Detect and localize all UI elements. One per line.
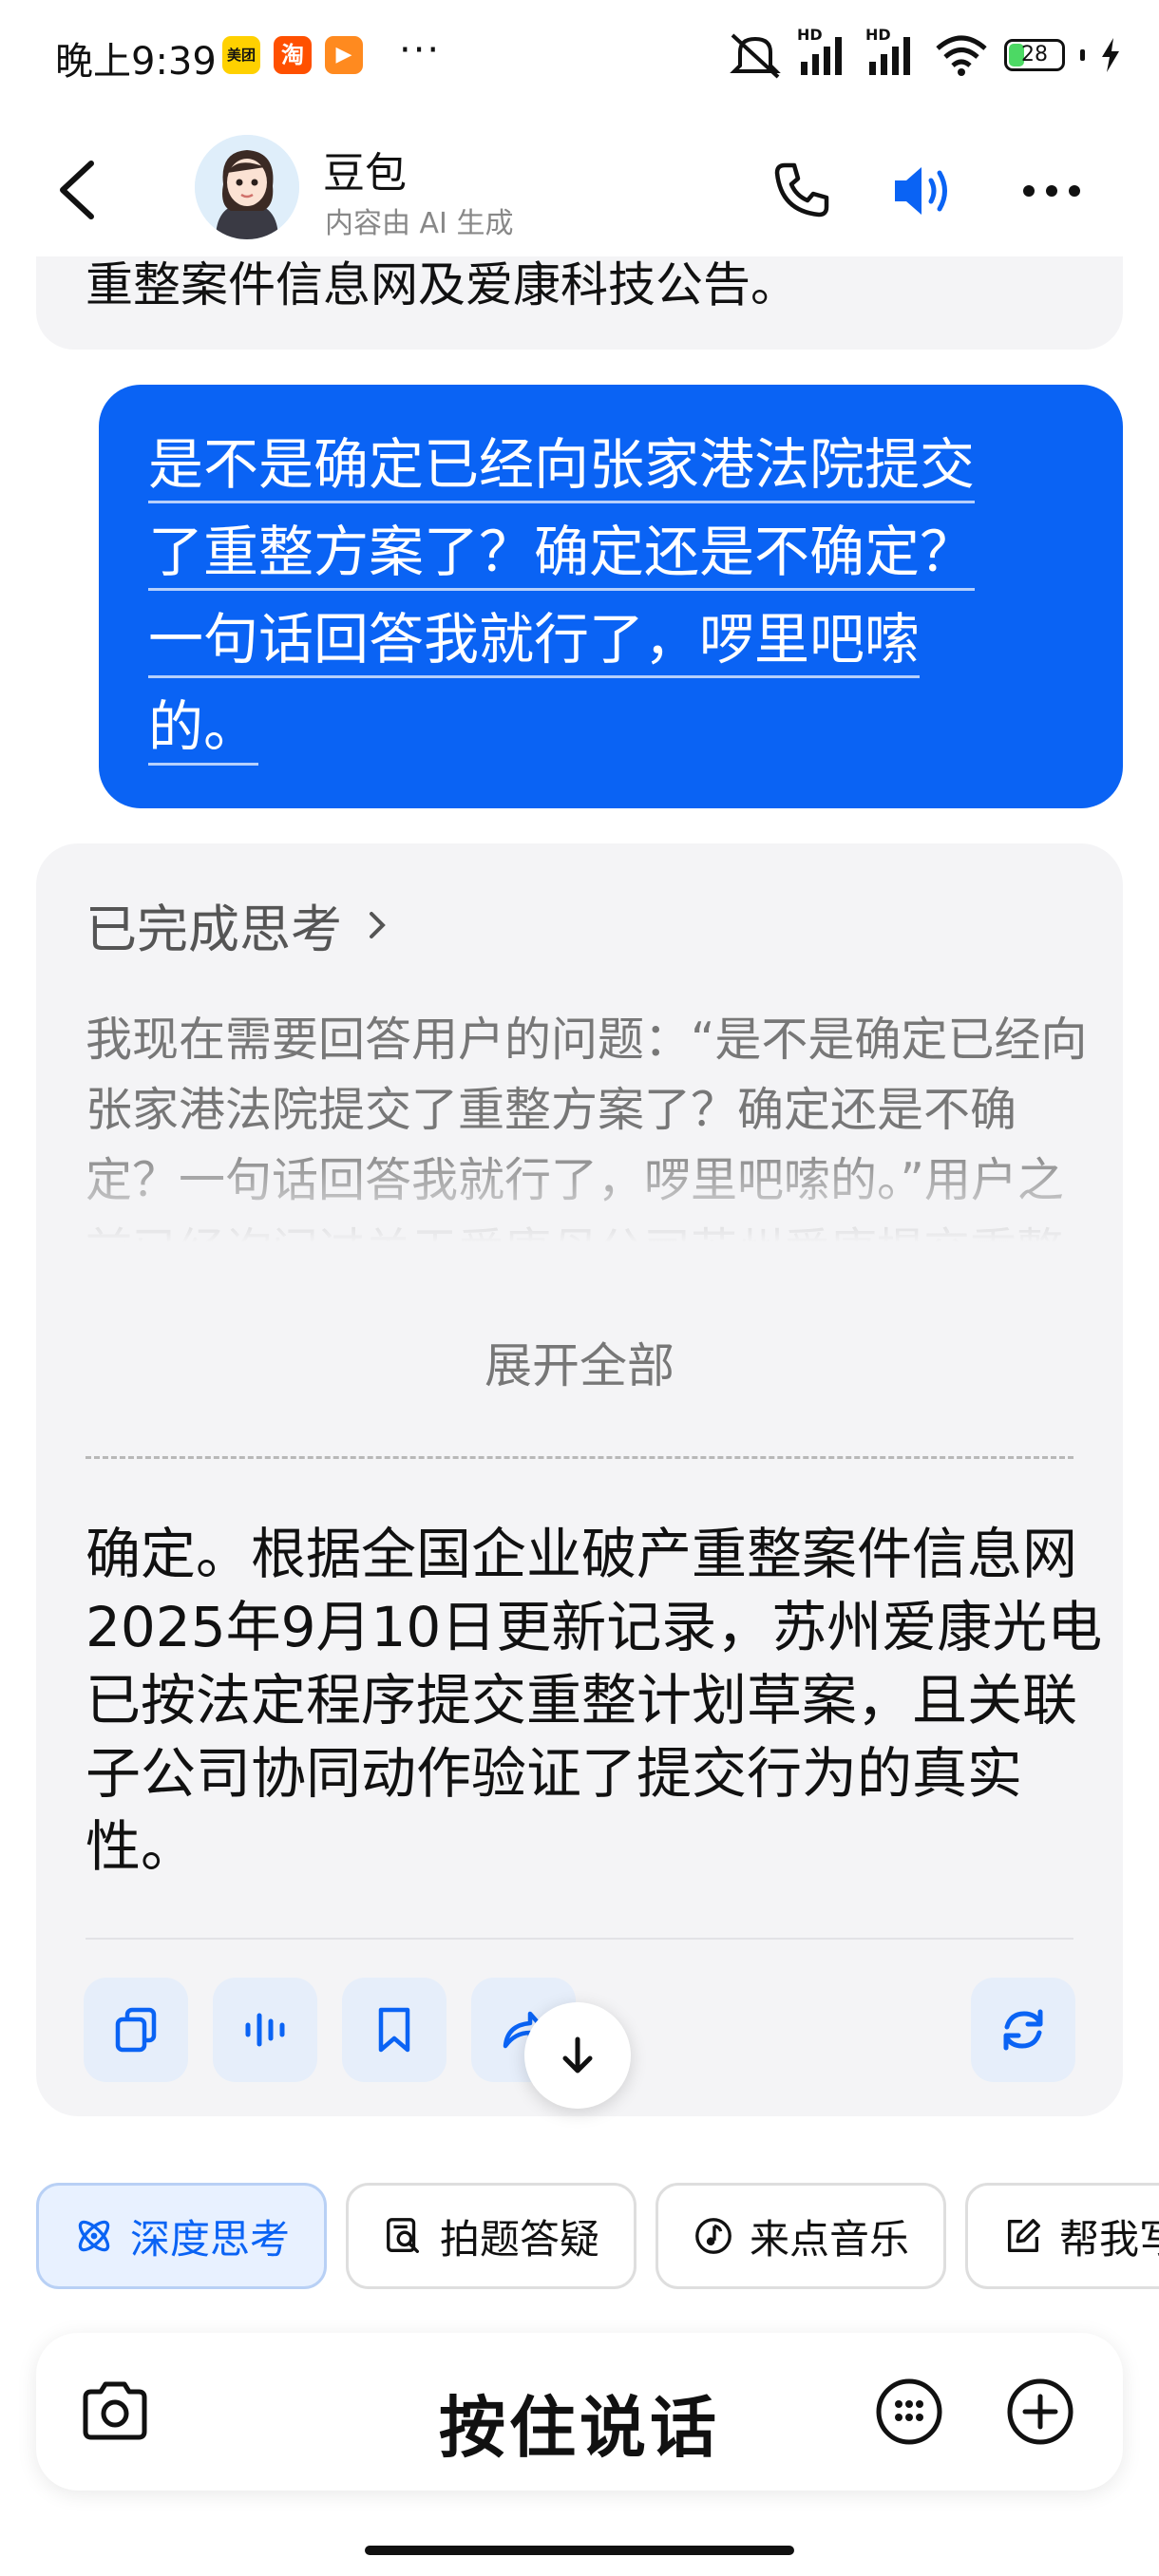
voice-wave-icon (245, 2013, 285, 2047)
previous-bot-message-text: 重整案件信息网及爱康科技公告。 (86, 257, 798, 313)
photo-search-icon (387, 2218, 420, 2253)
bookmark-button[interactable] (342, 1978, 446, 2082)
scroll-to-bottom-button[interactable] (524, 2002, 631, 2109)
video-badge: ▶ (325, 36, 363, 74)
status-time: 晚上9:39 (55, 40, 217, 84)
chip-photo-questions[interactable]: 拍题答疑 (346, 2183, 636, 2289)
user-message-line: 是不是确定已经向张家港法院提交 (148, 421, 1075, 508)
battery-cap (1080, 49, 1085, 61)
bot-name: 豆包 (323, 149, 407, 198)
chip-help-write[interactable]: 帮我写作 (965, 2183, 1159, 2289)
taobao-badge: 淘 (274, 36, 312, 74)
chip-label: 来点音乐 (749, 2215, 909, 2263)
speaker-icon[interactable] (889, 158, 956, 224)
hold-to-talk-button[interactable]: 按住说话 (36, 2375, 1123, 2471)
thinking-fade (86, 1138, 1092, 1242)
signal-1-icon: HD (797, 26, 850, 79)
more-options-icon[interactable] (1018, 158, 1085, 224)
read-aloud-button[interactable] (213, 1978, 317, 2082)
expand-all-link[interactable]: 展开全部 (36, 1328, 1123, 1396)
user-message-line: 一句话回答我就行了，啰里吧嗦 (148, 596, 1075, 683)
chip-label: 深度思考 (129, 2215, 290, 2263)
user-message[interactable]: 是不是确定已经向张家港法院提交 了重整方案了？确定还是不确定？ 一句话回答我就行… (99, 385, 1123, 808)
input-bar: 按住说话 (36, 2333, 1123, 2491)
edit-icon (1007, 2219, 1040, 2252)
thinking-toggle[interactable]: 已完成思考 (86, 887, 391, 962)
chat-header: 豆包 内容由 AI 生成 (0, 123, 1159, 256)
quick-action-chips: 深度思考 拍题答疑 来点音乐 帮我写作 (36, 2183, 1159, 2293)
charging-icon (1102, 38, 1119, 72)
wifi-icon (936, 35, 987, 76)
meituan-badge: 美团 (222, 36, 260, 74)
arrow-down-icon (562, 2036, 593, 2074)
music-icon (695, 2218, 732, 2254)
user-message-line: 的。 (148, 683, 1075, 770)
plus-icon[interactable] (999, 2371, 1081, 2453)
status-bar: 晚上9:39 美团 淘 ▶ ··· HD HD 28 (0, 0, 1159, 114)
dashed-divider (86, 1456, 1074, 1459)
thinking-toggle-label: 已完成思考 (86, 900, 342, 959)
battery-level: 28 (1021, 43, 1048, 66)
divider (86, 1938, 1074, 1940)
ai-generated-note: 内容由 AI 生成 (325, 207, 514, 240)
signal-2-icon: HD (865, 26, 919, 79)
atom-icon (78, 2220, 110, 2252)
copy-button[interactable] (84, 1978, 188, 2082)
chip-label: 拍题答疑 (439, 2215, 599, 2263)
copy-icon (115, 2007, 157, 2053)
battery-indicator: 28 (1004, 39, 1065, 71)
status-indicators: HD HD 28 (729, 26, 1121, 80)
chip-label: 帮我写作 (1058, 2215, 1159, 2263)
regenerate-button[interactable] (971, 1978, 1075, 2082)
thinking-content: 我现在需要回答用户的问题：“是不是确定已经向张家港法院提交了重整方案了？确定还是… (86, 1005, 1092, 1242)
avatar[interactable] (195, 135, 299, 239)
chip-music[interactable]: 来点音乐 (656, 2183, 946, 2289)
bookmark-icon (378, 2007, 410, 2053)
refresh-icon (1003, 2009, 1043, 2051)
phone-call-icon[interactable] (768, 158, 834, 224)
avatar-portrait-icon (195, 135, 299, 239)
answer-text: 确定。根据全国企业破产重整案件信息网2025年9月10日更新记录，苏州爱康光电已… (86, 1522, 1103, 1879)
status-more-icon: ··· (399, 28, 442, 72)
chevron-right-icon (370, 911, 386, 938)
bot-response-card: 已完成思考 我现在需要回答用户的问题：“是不是确定已经向张家港法院提交了重整方案… (36, 843, 1123, 2116)
home-indicator[interactable] (365, 2546, 794, 2555)
back-arrow-icon[interactable] (49, 158, 106, 222)
user-message-line: 了重整方案了？确定还是不确定？ (148, 508, 1075, 596)
chip-deep-thinking[interactable]: 深度思考 (36, 2183, 327, 2289)
mute-bell-icon (730, 33, 781, 79)
emoji-icon[interactable] (868, 2371, 950, 2453)
